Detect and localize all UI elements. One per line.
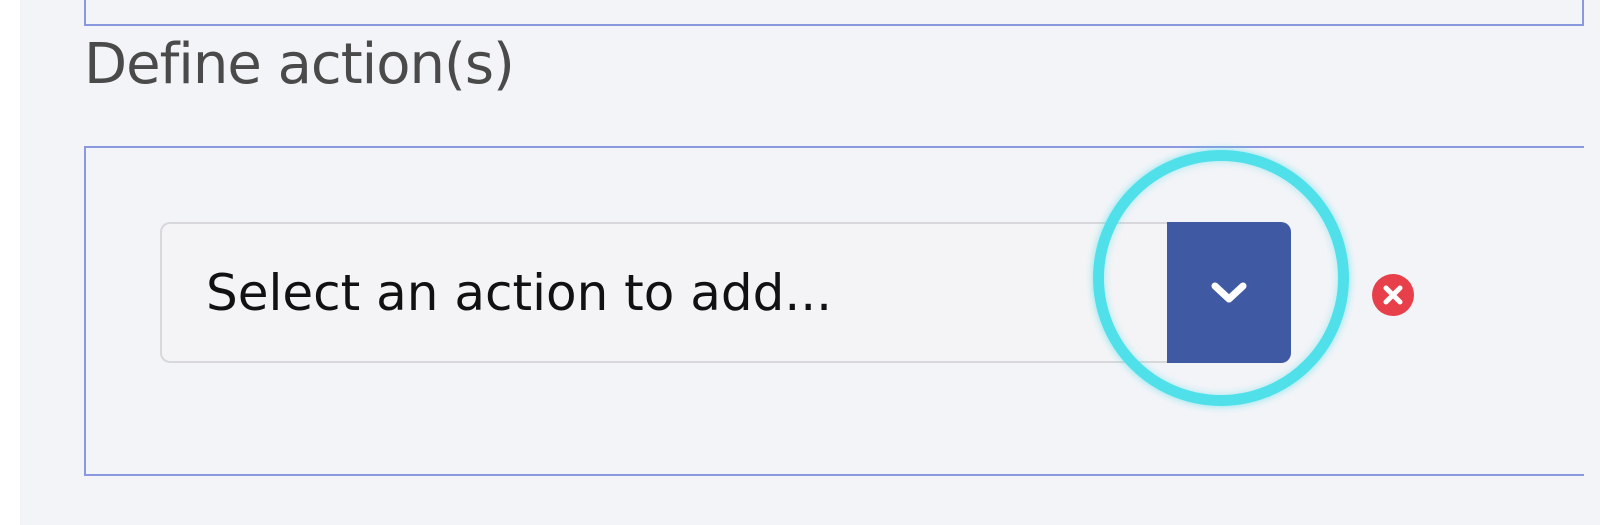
action-select[interactable]: Select an action to add... — [160, 222, 1291, 363]
chevron-down-icon — [1211, 282, 1247, 302]
remove-action-button[interactable] — [1372, 274, 1414, 316]
action-select-field[interactable]: Select an action to add... — [160, 222, 1167, 363]
close-circle-icon — [1372, 274, 1414, 316]
previous-section-panel — [84, 0, 1584, 26]
section-title: Define action(s) — [84, 32, 515, 97]
dropdown-button[interactable] — [1167, 222, 1291, 363]
